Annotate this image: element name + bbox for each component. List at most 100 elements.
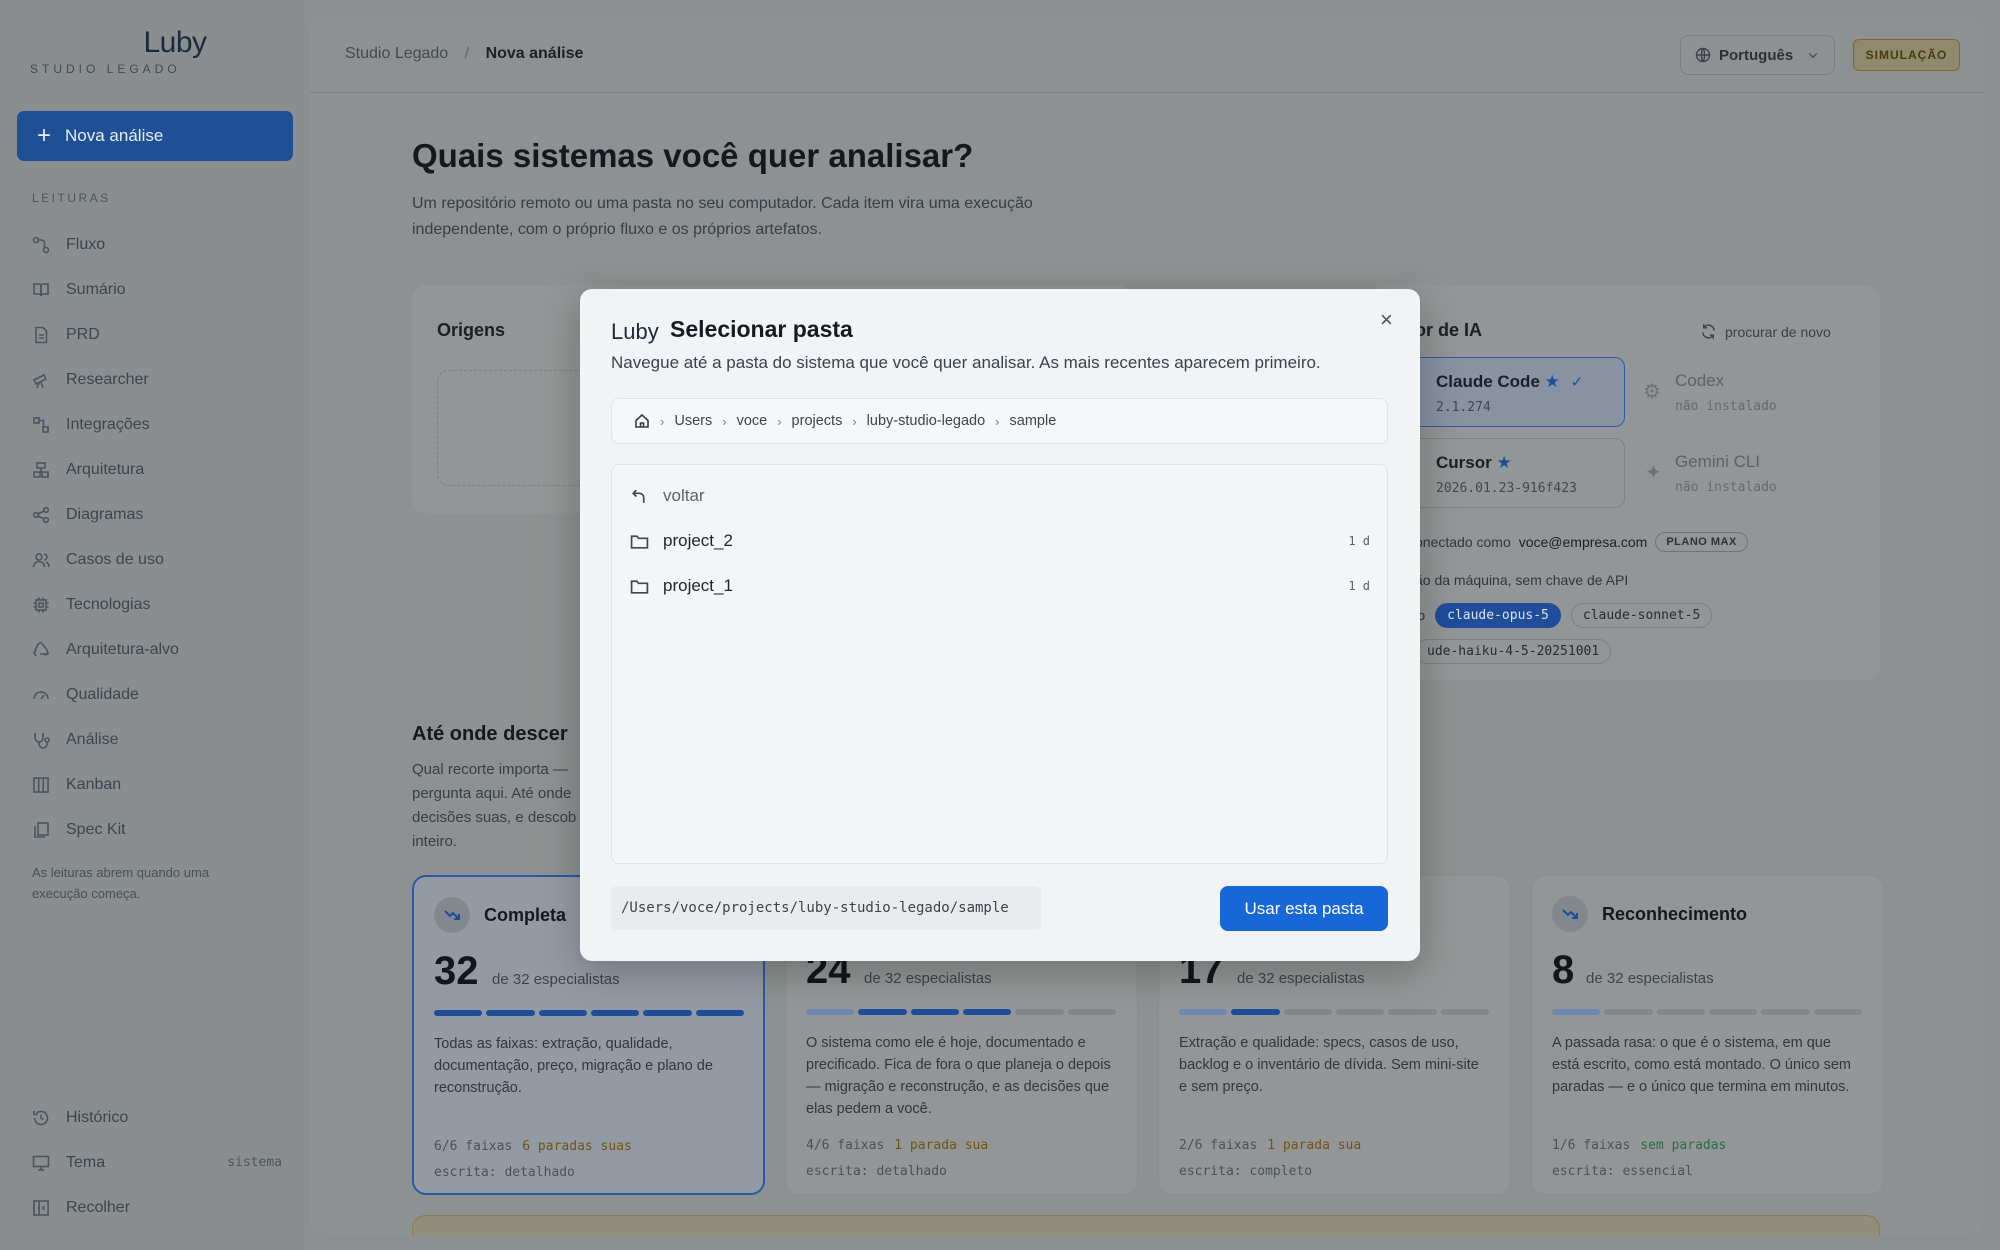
path-segment[interactable]: sample — [1010, 413, 1057, 429]
stethoscope-icon — [34, 732, 50, 749]
breadcrumb-current: Nova análise — [485, 44, 584, 62]
recycle-icon — [33, 641, 49, 656]
sidebar-item-spec-kit[interactable]: Spec Kit — [32, 807, 282, 852]
progress-segment — [1015, 1009, 1064, 1015]
progress-segment — [643, 1010, 692, 1016]
new-analysis-button[interactable]: + Nova análise — [17, 111, 293, 161]
plan-badge: PLANO MAX — [1655, 532, 1748, 552]
provider-claude-code[interactable]: Claude Code ★ ✓ 2.1.274 — [1395, 357, 1625, 427]
folder-row[interactable]: project_2 1 d — [630, 521, 1370, 561]
origins-title: Origens — [437, 320, 506, 340]
connection-status: onectado como voce@empresa.com PLANO MAX — [1415, 532, 1748, 552]
page-subtitle: Um repositório remoto ou uma pasta no se… — [412, 195, 1033, 238]
progress-segment — [1604, 1009, 1653, 1015]
progress-segment — [1813, 1009, 1862, 1015]
sidebar-item-researcher[interactable]: Researcher — [32, 357, 282, 402]
sidebar-item-tecnologias[interactable]: Tecnologias — [32, 582, 282, 627]
sidebar-item-historico[interactable]: Histórico — [32, 1095, 282, 1140]
path-segment[interactable]: luby-studio-legado — [867, 413, 986, 429]
provider-cursor[interactable]: Cursor ★ 2026.01.23-916f423 — [1395, 438, 1625, 508]
sparkle-icon: ✦ — [1645, 462, 1662, 484]
ai-provider-card: or de IA procurar de novo Claude Code ★ … — [1370, 285, 1880, 680]
refresh-button[interactable]: procurar de novo — [1700, 323, 1831, 340]
monitor-icon — [32, 1155, 50, 1171]
progress-segment — [590, 1010, 640, 1016]
folder-row[interactable]: project_1 1 d — [630, 566, 1370, 606]
trend-down-icon — [1552, 896, 1588, 932]
folder-icon — [630, 579, 649, 594]
check-icon: ✓ — [1570, 374, 1584, 391]
breadcrumb: Studio Legado / Nova análise — [345, 44, 584, 62]
provider-codex[interactable]: ⚙ Codex não instalado — [1635, 357, 1865, 427]
progress-segment — [858, 1009, 907, 1015]
specialist-progress — [434, 1010, 744, 1016]
progress-segment — [1708, 1009, 1758, 1015]
folder-list: voltar project_2 1 d project_1 1 d — [611, 464, 1388, 864]
model-chip-sonnet[interactable]: claude-sonnet-5 — [1570, 603, 1713, 628]
document-icon — [35, 326, 48, 343]
simulation-badge: SIMULAÇÃO — [1853, 39, 1960, 71]
refresh-icon — [1702, 324, 1715, 339]
sidebar-item-kanban[interactable]: Kanban — [32, 762, 282, 807]
folder-icon — [630, 534, 649, 549]
sidebar-item-prd[interactable]: PRD — [32, 312, 282, 357]
provider-name: Claude Code ★ ✓ — [1436, 372, 1584, 391]
path-segment[interactable]: projects — [792, 413, 843, 429]
sidebar-item-arquitetura-alvo[interactable]: Arquitetura-alvo — [32, 627, 282, 672]
breadcrumb-root[interactable]: Studio Legado — [345, 45, 448, 62]
sidebar-item-qualidade[interactable]: Qualidade — [32, 672, 282, 717]
plus-icon: + — [37, 122, 52, 149]
sidebar-item-recolher[interactable]: Recolher — [32, 1185, 282, 1230]
path-segment[interactable]: voce — [737, 413, 768, 429]
folder-breadcrumb: › Users › voce › projects › luby-studio-… — [611, 398, 1388, 444]
sidebar: Luby STUDIO LEGADO + Nova análise LEITUR… — [0, 0, 310, 1250]
arrow-up-left-icon — [631, 489, 645, 503]
star-icon: ★ — [1544, 372, 1560, 391]
specialist-progress — [1552, 1009, 1862, 1015]
share-icon — [32, 506, 50, 523]
progress-segment — [1552, 1009, 1601, 1015]
progress-segment — [1231, 1009, 1280, 1015]
sidebar-item-fluxo[interactable]: Fluxo — [32, 222, 282, 267]
page-title: Quais sistemas você quer analisar? — [412, 137, 974, 174]
sidebar-item-sumario[interactable]: Sumário — [32, 267, 282, 312]
provider-gemini-cli[interactable]: ✦ Gemini CLI não instalado — [1635, 438, 1865, 508]
sidebar-item-casos-de-uso[interactable]: Casos de uso — [32, 537, 282, 582]
select-folder-dialog: Luby Selecionar pasta × Navegue até a pa… — [580, 289, 1420, 961]
model-chip-haiku[interactable]: ude-haiku-4-5-20251001 — [1415, 639, 1612, 664]
sidebar-note: As leituras abrem quando uma execução co… — [32, 865, 210, 901]
theme-value: sistema — [227, 1155, 282, 1170]
use-folder-button[interactable]: Usar esta pasta — [1220, 886, 1388, 931]
sidebar-item-tema[interactable]: Tema sistema — [32, 1140, 282, 1185]
specialist-progress — [806, 1009, 1116, 1015]
progress-segment — [538, 1010, 587, 1016]
path-segment[interactable]: Users — [674, 413, 712, 429]
machine-auth-note: ão da máquina, sem chave de API — [1415, 572, 1629, 588]
language-select[interactable]: Português — [1680, 35, 1835, 75]
progress-segment — [1179, 1009, 1228, 1015]
progress-segment — [1440, 1009, 1489, 1015]
depth-subtitle: Qual recorte importa — pergunta aqui. At… — [412, 761, 577, 850]
flow-icon — [32, 236, 50, 253]
sidebar-section-label: LEITURAS — [32, 191, 111, 205]
back-row[interactable]: voltar — [630, 476, 1370, 516]
sidebar-item-diagramas[interactable]: Diagramas — [32, 492, 282, 537]
brand-logo: Luby STUDIO LEGADO — [30, 26, 207, 76]
close-icon[interactable]: × — [1380, 309, 1393, 331]
home-icon[interactable] — [634, 413, 650, 429]
book-icon — [33, 282, 49, 296]
sidebar-item-arquitetura[interactable]: Arquitetura — [32, 447, 282, 492]
sidebar-nav: Fluxo Sumário PRD Researcher Integrações… — [32, 222, 282, 852]
modal-logo: Luby — [611, 319, 659, 344]
sidebar-item-integracoes[interactable]: Integrações — [32, 402, 282, 447]
trend-down-icon — [434, 897, 470, 933]
sidebar-item-analise[interactable]: Análise — [32, 717, 282, 762]
depth-level-card[interactable]: Reconhecimento 8 de 32 especialistas A p… — [1531, 875, 1884, 1195]
chevron-down-icon — [1809, 53, 1818, 58]
history-icon — [33, 1110, 49, 1125]
model-chip-opus[interactable]: claude-opus-5 — [1435, 603, 1561, 628]
chip-icon — [33, 597, 49, 612]
sidebar-bottom-nav: Histórico Tema sistema Recolher — [32, 1095, 282, 1230]
progress-segment — [695, 1010, 744, 1016]
progress-segment — [1067, 1009, 1116, 1015]
